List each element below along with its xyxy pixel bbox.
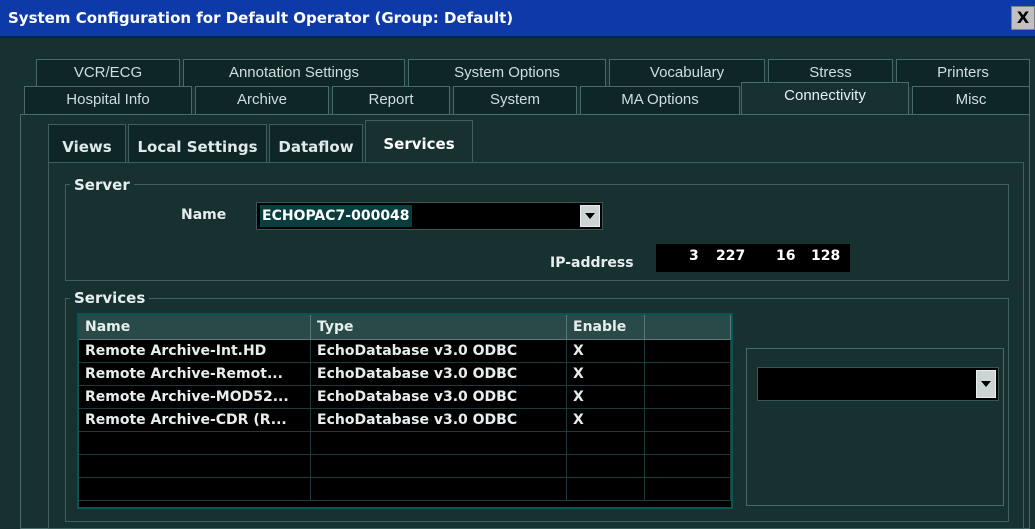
table-row[interactable]: Remote Archive-Int.HD EchoDatabase v3.0 … <box>79 340 731 363</box>
subtab-services[interactable]: Services <box>365 120 473 164</box>
column-header-name[interactable]: Name <box>79 315 311 340</box>
empty-cell <box>645 455 731 478</box>
empty-cell <box>645 432 731 455</box>
tab-system[interactable]: System <box>453 86 577 114</box>
service-enable-cell[interactable]: X <box>567 363 645 386</box>
service-name-cell: Remote Archive-MOD52... <box>79 386 311 409</box>
service-type-cell: EchoDatabase v3.0 ODBC <box>311 340 567 363</box>
tab-annotation-settings[interactable]: Annotation Settings <box>183 59 405 87</box>
tab-printers[interactable]: Printers <box>896 59 1030 87</box>
column-header-type[interactable]: Type <box>311 315 567 340</box>
service-type-cell: EchoDatabase v3.0 ODBC <box>311 363 567 386</box>
empty-cell <box>311 478 567 501</box>
server-name-value: ECHOPAC7-000048 <box>260 205 412 227</box>
tab-system-options[interactable]: System Options <box>408 59 606 87</box>
system-configuration-window: System Configuration for Default Operato… <box>0 0 1035 529</box>
tab-connectivity[interactable]: Connectivity <box>741 82 909 114</box>
dropdown-arrow-icon[interactable] <box>580 205 600 227</box>
subtab-dataflow[interactable]: Dataflow <box>269 124 363 162</box>
empty-cell <box>311 432 567 455</box>
service-enable-cell[interactable]: X <box>567 409 645 432</box>
service-extra-cell <box>645 386 731 409</box>
service-extra-cell <box>645 363 731 386</box>
ip-octet-4: 128 <box>811 248 841 264</box>
tab-archive[interactable]: Archive <box>195 86 329 114</box>
table-row-empty[interactable] <box>79 478 731 501</box>
server-group <box>65 184 1009 281</box>
table-row[interactable]: Remote Archive-Remot... EchoDatabase v3.… <box>79 363 731 386</box>
service-selector-combo[interactable] <box>757 367 999 401</box>
service-type-cell: EchoDatabase v3.0 ODBC <box>311 386 567 409</box>
services-group-label: Services <box>70 289 150 307</box>
tab-vcr-ecg[interactable]: VCR/ECG <box>36 59 180 87</box>
ip-octet-1: 3 <box>689 248 699 264</box>
service-extra-cell <box>645 340 731 363</box>
server-name-label: Name <box>181 207 227 223</box>
table-row-empty[interactable] <box>79 432 731 455</box>
server-group-label: Server <box>70 176 134 194</box>
subtab-views[interactable]: Views <box>48 124 126 162</box>
dropdown-arrow-icon[interactable] <box>976 370 996 398</box>
empty-cell <box>567 478 645 501</box>
column-header-extra[interactable] <box>645 315 731 340</box>
service-enable-cell[interactable]: X <box>567 340 645 363</box>
table-row[interactable]: Remote Archive-MOD52... EchoDatabase v3.… <box>79 386 731 409</box>
service-extra-cell <box>645 409 731 432</box>
tab-report[interactable]: Report <box>332 86 450 114</box>
ip-octet-2: 227 <box>716 248 746 264</box>
service-type-cell: EchoDatabase v3.0 ODBC <box>311 409 567 432</box>
service-selector-value <box>761 370 765 392</box>
ip-address-label: IP-address <box>550 255 634 271</box>
ip-octet-3: 16 <box>776 248 796 264</box>
window-title: System Configuration for Default Operato… <box>8 9 514 27</box>
empty-cell <box>79 478 311 501</box>
empty-cell <box>311 455 567 478</box>
tab-ma-options[interactable]: MA Options <box>580 86 740 114</box>
tab-misc[interactable]: Misc <box>912 86 1030 114</box>
service-name-cell: Remote Archive-Remot... <box>79 363 311 386</box>
title-bar[interactable]: System Configuration for Default Operato… <box>0 0 1035 38</box>
service-name-cell: Remote Archive-Int.HD <box>79 340 311 363</box>
table-row-empty[interactable] <box>79 455 731 478</box>
column-header-enable[interactable]: Enable <box>567 315 645 340</box>
tab-hospital-info[interactable]: Hospital Info <box>24 86 192 114</box>
server-name-combo[interactable]: ECHOPAC7-000048 <box>256 202 603 230</box>
table-row[interactable]: Remote Archive-CDR (R... EchoDatabase v3… <box>79 409 731 432</box>
service-enable-cell[interactable]: X <box>567 386 645 409</box>
empty-cell <box>567 432 645 455</box>
empty-cell <box>79 432 311 455</box>
close-button[interactable]: X <box>1011 6 1035 30</box>
empty-cell <box>79 455 311 478</box>
subtab-local-settings[interactable]: Local Settings <box>128 124 267 162</box>
ip-address-field[interactable]: 3 227 16 128 <box>656 244 850 272</box>
service-name-cell: Remote Archive-CDR (R... <box>79 409 311 432</box>
services-table: Name Type Enable Remote Archive-Int.HD E… <box>77 313 733 509</box>
empty-cell <box>567 455 645 478</box>
empty-cell <box>645 478 731 501</box>
